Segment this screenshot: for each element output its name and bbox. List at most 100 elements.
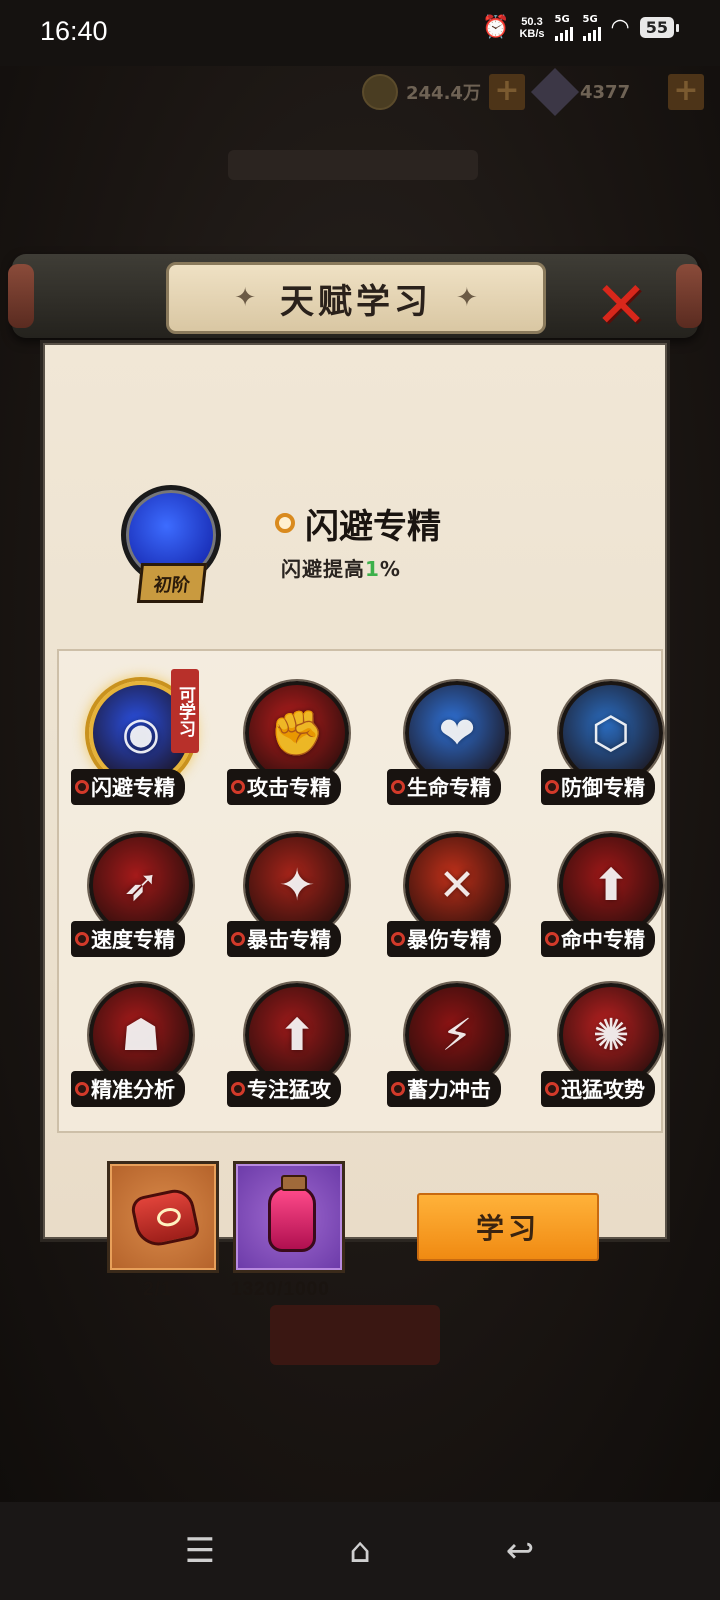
talent-cell[interactable]: ➶ 速度专精 bbox=[69, 833, 219, 973]
swirl-icon bbox=[231, 932, 245, 946]
menu-icon[interactable]: ☰ bbox=[170, 1531, 230, 1571]
talent-glyph: ◉ bbox=[121, 707, 161, 759]
talent-label: 迅猛攻势 bbox=[541, 1071, 655, 1107]
battery-indicator: 55 bbox=[639, 17, 680, 38]
current-talent-desc: 闪避提高1% bbox=[281, 557, 401, 581]
talent-glyph: ❤ bbox=[438, 707, 476, 759]
talent-label: 速度专精 bbox=[71, 921, 185, 957]
close-icon: ✕ bbox=[594, 269, 648, 343]
talent-label: 暴击专精 bbox=[227, 921, 341, 957]
talent-cell[interactable]: ❤ 生命专精 bbox=[385, 681, 535, 821]
talent-cell[interactable]: ✦ 暴击专精 bbox=[225, 833, 375, 973]
talent-glyph: ⬆ bbox=[278, 1009, 316, 1061]
talent-stone-item[interactable] bbox=[107, 1161, 219, 1273]
talent-cell[interactable]: ⬆ 命中专精 bbox=[539, 833, 689, 973]
learnable-tag: 可学习 bbox=[171, 669, 199, 753]
talent-label: 闪避专精 bbox=[71, 769, 185, 805]
talent-cell[interactable]: ✊ 攻击专精 bbox=[225, 681, 375, 821]
status-bar: 16:40 ⏰ 50.3 KB/s 5G 5G ◠ 55 bbox=[0, 0, 720, 66]
talent-name: 闪避专精 bbox=[91, 775, 175, 800]
talent-grid: ◉ 可学习闪避专精 ✊ 攻击专精 ❤ 生命专精 ⬡ 防御专精 ➶ 速度专精 ✦ 暴击专精 ✕ 暴伤专精 ⬆ 命… bbox=[57, 649, 663, 1133]
talent-cell[interactable]: ☗ 精准分析 bbox=[69, 983, 219, 1123]
talent-name: 暴击专精 bbox=[247, 927, 331, 952]
talent-cell[interactable]: ⚡ 蓄力冲击 bbox=[385, 983, 535, 1123]
talent-name: 生命专精 bbox=[407, 775, 491, 800]
clock: 16:40 bbox=[40, 16, 108, 46]
talent-name: 命中专精 bbox=[561, 927, 645, 952]
talent-name: 暴伤专精 bbox=[407, 927, 491, 952]
talent-name: 攻击专精 bbox=[247, 775, 331, 800]
alarm-icon: ⏰ bbox=[482, 15, 510, 40]
gem-counter: 4377 bbox=[530, 67, 630, 117]
wifi-icon: ◠ bbox=[610, 15, 630, 40]
gem-icon bbox=[530, 67, 580, 117]
current-talent-name: 闪避专精 bbox=[275, 498, 471, 548]
swirl-icon bbox=[545, 932, 559, 946]
swirl-icon bbox=[545, 780, 559, 794]
coin-icon bbox=[362, 74, 398, 110]
talent-label: 专注猛攻 bbox=[227, 1071, 341, 1107]
stone-count: 2/1 bbox=[143, 1279, 173, 1300]
swirl-icon bbox=[231, 1082, 245, 1096]
talent-glyph: ⬡ bbox=[591, 707, 631, 759]
talent-glyph: ✕ bbox=[438, 859, 476, 911]
dialog-title-plate: ✦ 天赋学习 ✦ bbox=[166, 262, 546, 334]
shuriken-icon: ✦ bbox=[234, 283, 256, 313]
talent-glyph: ➶ bbox=[122, 859, 160, 911]
talent-label: 防御专精 bbox=[541, 769, 655, 805]
talent-glyph: ✦ bbox=[278, 859, 316, 911]
signal-icon: 5G bbox=[554, 14, 573, 41]
talent-cell[interactable]: ⬆ 专注猛攻 bbox=[225, 983, 375, 1123]
essence-jar-item[interactable] bbox=[233, 1161, 345, 1273]
close-button[interactable]: ✕ bbox=[586, 274, 656, 338]
swirl-icon bbox=[75, 932, 89, 946]
swirl-icon bbox=[545, 1082, 559, 1096]
dialog-title: 天赋学习 bbox=[280, 281, 432, 322]
swirl-icon bbox=[75, 780, 89, 794]
jar-count: 1320/1000 bbox=[231, 1279, 330, 1300]
add-gems-button: + bbox=[668, 74, 704, 110]
talent-label: 生命专精 bbox=[387, 769, 501, 805]
talent-glyph: ✊ bbox=[269, 708, 325, 759]
swirl-icon bbox=[391, 932, 405, 946]
shuriken-icon: ✦ bbox=[456, 283, 478, 313]
tier-badge: 初阶 bbox=[136, 563, 208, 603]
talent-glyph: ✺ bbox=[592, 1009, 630, 1061]
talent-cell[interactable]: ✺ 迅猛攻势 bbox=[539, 983, 689, 1123]
talent-cell[interactable]: ◉ 可学习闪避专精 bbox=[69, 669, 219, 821]
scroll-paper: 初阶 闪避专精 闪避提高1% ◉ 可学习 闪避专精 ✊ 攻击专精 ❤ 生命专精 ⬡ 防御专精 ➶ 速… bbox=[40, 340, 670, 1300]
talent-glyph: ⬆ bbox=[592, 859, 630, 911]
swirl-icon bbox=[391, 780, 405, 794]
talent-glyph: ⚡ bbox=[441, 1009, 473, 1061]
talent-cell[interactable]: ✕ 暴伤专精 bbox=[385, 833, 535, 973]
add-coins-button: + bbox=[488, 74, 525, 110]
swirl-icon bbox=[231, 780, 245, 794]
home-icon[interactable]: ⌂ bbox=[330, 1531, 390, 1571]
swirl-icon bbox=[391, 1082, 405, 1096]
talent-label: 命中专精 bbox=[541, 921, 655, 957]
jar-icon bbox=[268, 1175, 316, 1252]
background-button bbox=[270, 1305, 440, 1365]
back-icon[interactable]: ↩ bbox=[490, 1531, 550, 1571]
talent-name: 迅猛攻势 bbox=[561, 1077, 645, 1102]
signal-icon: 5G bbox=[582, 14, 601, 41]
talent-dialog: 初阶 闪避专精 闪避提高1% ◉ 可学习 闪避专精 ✊ 攻击专精 ❤ 生命专精 ⬡ 防御专精 ➶ 速… bbox=[8, 248, 702, 1300]
talent-name: 防御专精 bbox=[561, 775, 645, 800]
talent-label: 精准分析 bbox=[71, 1071, 185, 1107]
talent-label: 暴伤专精 bbox=[387, 921, 501, 957]
learn-button[interactable]: 学习 bbox=[417, 1193, 599, 1261]
swirl-icon bbox=[275, 513, 295, 533]
talent-label: 攻击专精 bbox=[227, 769, 341, 805]
talent-name: 蓄力冲击 bbox=[407, 1077, 491, 1102]
talent-label: 蓄力冲击 bbox=[387, 1071, 501, 1107]
talent-name: 精准分析 bbox=[91, 1077, 175, 1102]
system-nav-bar: ☰ ⌂ ↩ bbox=[0, 1502, 720, 1600]
coin-counter: 244.4万 + bbox=[362, 72, 525, 112]
talent-name: 专注猛攻 bbox=[247, 1077, 331, 1102]
talent-glyph: ☗ bbox=[121, 1009, 161, 1061]
network-speed: 50.3 KB/s bbox=[519, 15, 545, 40]
swirl-icon bbox=[75, 1082, 89, 1096]
stone-icon bbox=[129, 1186, 201, 1250]
talent-name: 速度专精 bbox=[91, 927, 175, 952]
talent-cell[interactable]: ⬡ 防御专精 bbox=[539, 681, 689, 821]
